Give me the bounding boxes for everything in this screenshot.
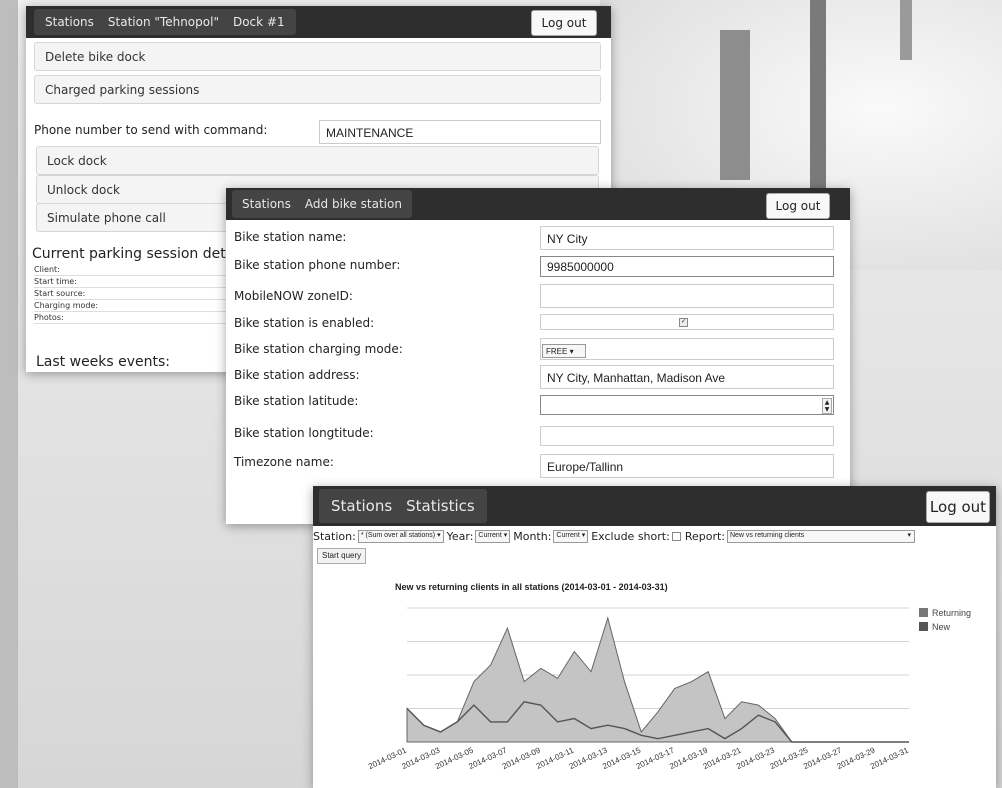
clients-area-chart: New vs returning clients in all stations… — [367, 582, 971, 771]
session-client: Client: — [34, 265, 234, 276]
phone-label: Phone number to send with command: — [34, 123, 268, 137]
lock-dock-button[interactable]: Lock dock — [36, 146, 599, 175]
nav-add-station[interactable]: Add bike station — [298, 197, 409, 211]
breadcrumb: Stations Station "Tehnopol" Dock #1 — [34, 9, 296, 35]
nav-stations[interactable]: Stations — [38, 15, 101, 29]
chart-title: New vs returning clients in all stations… — [395, 582, 668, 592]
chevron-down-icon: ▾ — [907, 531, 911, 539]
report-select[interactable]: New vs returning clients ▾ — [726, 529, 915, 543]
background-strip — [0, 0, 18, 788]
nav-dock[interactable]: Dock #1 — [226, 15, 292, 29]
session-start-source: Start source: — [34, 289, 234, 300]
enabled-checkbox[interactable]: ✓ — [679, 318, 688, 327]
latitude-input[interactable] — [540, 395, 834, 415]
report-select-value: New vs returning clients — [729, 531, 805, 539]
rack-post — [810, 0, 826, 200]
legend-label-returning: Returning — [932, 608, 971, 618]
timezone-label: Timezone name: — [234, 455, 334, 469]
latitude-label: Bike station latitude: — [234, 394, 359, 408]
statistics-window: Stations Statistics Log out Station: * (… — [313, 486, 996, 788]
add-station-window: Stations Add bike station Log out Bike s… — [226, 188, 850, 524]
session-charging-mode: Charging mode: — [34, 301, 234, 312]
month-select[interactable]: Current ▾ — [553, 529, 589, 543]
rack-post — [900, 0, 912, 60]
legend-swatch-returning — [919, 608, 928, 617]
year-filter-label: Year: — [446, 529, 474, 543]
nav-stations[interactable]: Stations — [235, 197, 298, 211]
start-query-button[interactable]: Start query — [317, 548, 367, 564]
chart-series — [406, 616, 909, 743]
longitude-input[interactable] — [540, 426, 834, 446]
month-select-value: Current — [556, 531, 580, 539]
session-title: Current parking session details — [32, 246, 250, 262]
series-returning-area — [406, 616, 909, 743]
enabled-label: Bike station is enabled: — [234, 316, 375, 330]
station-select[interactable]: * (Sum over all stations) ▾ — [357, 529, 444, 543]
zone-input[interactable] — [540, 284, 834, 308]
timezone-input[interactable]: Europe/Tallinn — [540, 454, 834, 478]
logout-button[interactable]: Log out — [926, 491, 990, 523]
x-axis-ticks: 2014-03-012014-03-032014-03-052014-03-07… — [367, 745, 910, 771]
session-start-time: Start time: — [34, 277, 234, 288]
name-label: Bike station name: — [234, 230, 347, 244]
year-select-value: Current — [478, 531, 502, 539]
legend-swatch-new — [919, 622, 928, 631]
address-input[interactable]: NY City, Manhattan, Madison Ave — [540, 365, 834, 389]
phone-input[interactable]: MAINTENANCE — [319, 120, 601, 144]
chart-legend: Returning New — [919, 608, 971, 632]
filter-bar: Station: * (Sum over all stations) ▾ Yea… — [313, 528, 996, 544]
phone-label: Bike station phone number: — [234, 258, 401, 272]
nav-statistics[interactable]: Statistics — [399, 497, 482, 515]
station-filter-label: Station: — [313, 529, 356, 543]
mode-select-value: FREE — [546, 347, 568, 356]
logout-button[interactable]: Log out — [531, 10, 597, 36]
phone-input[interactable]: 9985000000 — [540, 256, 834, 277]
address-label: Bike station address: — [234, 368, 360, 382]
navbar: Stations Add bike station Log out — [226, 188, 850, 220]
report-filter-label: Report: — [684, 529, 725, 543]
zone-label: MobileNOW zoneID: — [234, 289, 353, 303]
station-select-value: * (Sum over all stations) — [360, 531, 436, 539]
delete-dock-button[interactable]: Delete bike dock — [34, 42, 601, 71]
logout-button[interactable]: Log out — [766, 193, 830, 219]
month-filter-label: Month: — [513, 529, 552, 543]
breadcrumb: Stations Statistics — [319, 489, 487, 523]
exclude-short-label: Exclude short: — [591, 529, 670, 543]
legend-label-new: New — [932, 622, 951, 632]
year-select[interactable]: Current ▾ — [475, 529, 511, 543]
nav-station-tehnopol[interactable]: Station "Tehnopol" — [101, 15, 226, 29]
x-tick-label: 2014-03-31 — [869, 745, 910, 771]
navbar: Stations Station "Tehnopol" Dock #1 Log … — [26, 6, 611, 38]
session-photos: Photos: — [34, 313, 234, 324]
longitude-label: Bike station longtitude: — [234, 426, 374, 440]
breadcrumb: Stations Add bike station — [232, 190, 412, 218]
nav-stations[interactable]: Stations — [324, 497, 399, 515]
navbar: Stations Statistics Log out — [313, 486, 996, 526]
events-title: Last weeks events: — [36, 354, 171, 370]
rack-post — [720, 30, 750, 180]
exclude-short-checkbox[interactable] — [671, 531, 681, 541]
latitude-spinner[interactable]: ▲ ▼ — [822, 398, 832, 414]
charged-sessions-button[interactable]: Charged parking sessions — [34, 75, 601, 104]
mode-label: Bike station charging mode: — [234, 342, 403, 356]
mode-select[interactable]: FREE ▾ — [542, 344, 586, 358]
enabled-field: ✓ — [540, 314, 834, 330]
name-input[interactable]: NY City — [540, 226, 834, 250]
